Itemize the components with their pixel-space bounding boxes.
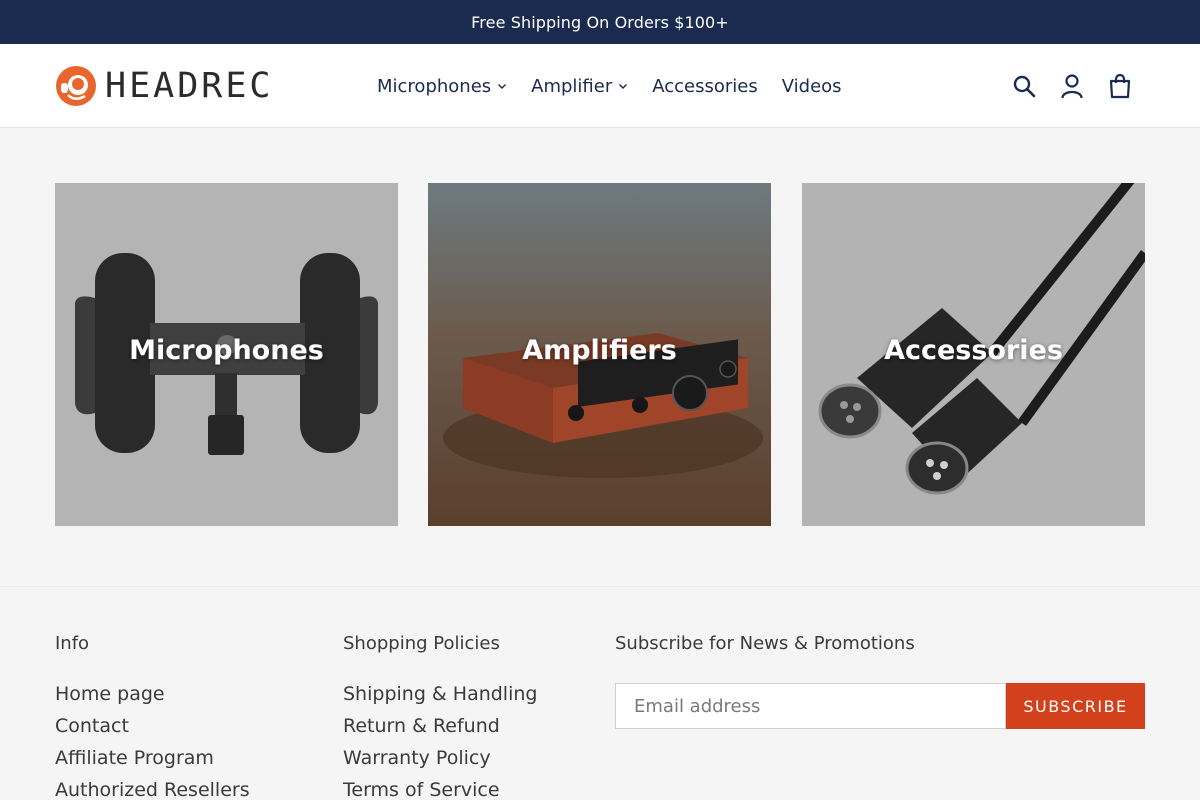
newsletter-form: SUBSCRIBE <box>615 683 1145 729</box>
header-icons <box>1010 44 1134 128</box>
announcement-bar: Free Shipping On Orders $100+ <box>0 0 1200 44</box>
collection-grid: Microphones Amplifiers Accessories <box>55 183 1145 526</box>
footer-link-authorized-resellers[interactable]: Authorized Resellers <box>55 779 250 800</box>
nav-item-microphones[interactable]: Microphones <box>365 76 519 97</box>
account-button[interactable] <box>1058 72 1086 100</box>
chevron-down-icon <box>498 84 507 89</box>
footer-link-return-refund[interactable]: Return & Refund <box>343 715 537 747</box>
collection-title: Microphones <box>129 335 324 366</box>
search-button[interactable] <box>1010 72 1038 100</box>
footer-heading: Subscribe for News & Promotions <box>615 633 915 654</box>
nav-item-accessories[interactable]: Accessories <box>640 76 770 97</box>
collection-card-accessories[interactable]: Accessories <box>802 183 1145 526</box>
footer-policies-column: Shopping Policies Shipping & Handling Re… <box>343 633 537 800</box>
footer-link-warranty-policy[interactable]: Warranty Policy <box>343 747 537 779</box>
nav-item-label: Accessories <box>652 75 758 97</box>
main-nav: Microphones Amplifier Accessories Videos <box>365 44 854 128</box>
brand-logo[interactable]: HEADREC <box>55 64 274 108</box>
nav-item-label: Videos <box>781 75 842 97</box>
nav-item-videos[interactable]: Videos <box>770 76 854 97</box>
collection-title: Accessories <box>884 335 1063 366</box>
cart-icon <box>1109 73 1131 99</box>
footer-info-column: Info Home page Contact Affiliate Program… <box>55 633 250 800</box>
footer-link-home-page[interactable]: Home page <box>55 683 250 715</box>
footer-heading: Info <box>55 633 90 654</box>
announcement-text: Free Shipping On Orders $100+ <box>471 12 729 32</box>
email-field[interactable] <box>615 683 1006 729</box>
nav-item-amplifier[interactable]: Amplifier <box>519 76 640 97</box>
footer-link-contact[interactable]: Contact <box>55 715 250 747</box>
headphone-logo-icon <box>56 66 96 106</box>
collection-card-amplifiers[interactable]: Amplifiers <box>428 183 771 526</box>
footer-newsletter-column: Subscribe for News & Promotions SUBSCRIB… <box>615 633 1145 729</box>
collections-section: Microphones Amplifiers Accessories <box>0 128 1200 586</box>
footer-link-affiliate-program[interactable]: Affiliate Program <box>55 747 250 779</box>
collection-card-microphones[interactable]: Microphones <box>55 183 398 526</box>
footer-heading: Shopping Policies <box>343 633 500 654</box>
collection-title: Amplifiers <box>522 335 677 366</box>
footer-link-shipping-handling[interactable]: Shipping & Handling <box>343 683 537 715</box>
search-icon <box>1013 75 1036 98</box>
site-header: HEADREC Microphones Amplifier Accessorie… <box>0 44 1200 128</box>
cart-button[interactable] <box>1106 72 1134 100</box>
brand-name: HEADREC <box>105 65 274 106</box>
footer-link-terms-of-service[interactable]: Terms of Service <box>343 779 537 800</box>
chevron-down-icon <box>619 84 628 89</box>
site-footer: Info Home page Contact Affiliate Program… <box>0 586 1200 800</box>
nav-item-label: Amplifier <box>531 75 613 97</box>
subscribe-button[interactable]: SUBSCRIBE <box>1006 683 1145 729</box>
account-icon <box>1061 74 1083 99</box>
nav-item-label: Microphones <box>377 75 492 97</box>
